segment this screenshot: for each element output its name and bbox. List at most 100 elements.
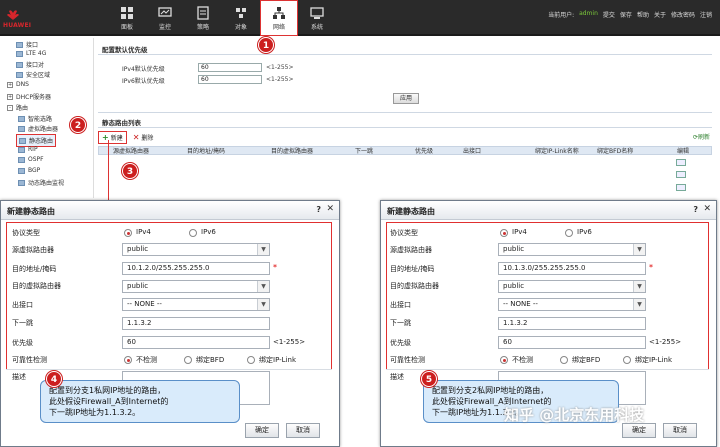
src-vr-select[interactable]: public ▼: [498, 243, 646, 256]
priority-input[interactable]: 60: [122, 336, 270, 349]
link-submit[interactable]: 提交: [603, 10, 615, 19]
tree-item-dns[interactable]: + DNS: [7, 81, 29, 88]
tip-line: 下一跳IP地址为1.1.3.2。: [49, 408, 141, 417]
dialog-title: 新建静态路由: [7, 207, 55, 216]
tree-item-ospf[interactable]: OSPF: [18, 156, 44, 163]
ok-button[interactable]: 确定: [245, 423, 279, 438]
nexthop-input[interactable]: 1.1.3.2: [122, 317, 270, 330]
nav-network[interactable]: 网络: [260, 0, 298, 36]
main-nav: 面板 监控 策略 对象 网络 系统: [108, 0, 336, 36]
tree-item-security-zone[interactable]: 安全区域: [16, 70, 50, 79]
col-priority[interactable]: 优先级: [415, 146, 433, 155]
priority-panel-title: 配置默认优先级: [102, 46, 148, 54]
tree-item-dhcp[interactable]: + DHCP服务器: [7, 92, 51, 101]
priority-label: 优先级: [12, 339, 33, 347]
step-badge-1: 1: [258, 37, 274, 53]
ipv6-label: IPv6: [201, 228, 216, 236]
tip-line: 配置到分支1私网IP地址的路由，: [49, 386, 166, 395]
nav-policy[interactable]: 策略: [184, 0, 222, 36]
link-logout[interactable]: 注销: [700, 10, 712, 19]
ipv4-priority-label: IPv4默认优先级: [122, 66, 165, 73]
ok-button[interactable]: 确定: [622, 423, 656, 438]
cancel-button[interactable]: 取消: [663, 423, 697, 438]
interface-icon: [16, 41, 23, 48]
expand-icon[interactable]: +: [7, 93, 13, 100]
edit-row-icon[interactable]: [676, 171, 686, 178]
nav-monitor[interactable]: 监控: [146, 0, 184, 36]
ipv4-priority-input[interactable]: 60: [198, 63, 262, 72]
link-help[interactable]: 帮助: [637, 10, 649, 19]
nexthop-input[interactable]: 1.1.3.2: [498, 317, 646, 330]
tree-item-interface[interactable]: 接口: [16, 40, 38, 49]
dest-input[interactable]: 10.1.2.0/255.255.255.0: [122, 262, 270, 275]
tree-item-route[interactable]: - 路由: [7, 103, 28, 112]
rip-icon: [18, 146, 25, 153]
route-list-title: 静态路由列表: [102, 119, 141, 127]
dest-vr-select[interactable]: public ▼: [498, 280, 646, 293]
callout-line: [108, 140, 109, 200]
refresh-button[interactable]: ⟳刷新: [693, 132, 710, 141]
out-if-label: 出接口: [12, 301, 33, 309]
nav-object[interactable]: 对象: [222, 0, 260, 36]
nav-system[interactable]: 系统: [298, 0, 336, 36]
edit-row-icon[interactable]: [676, 184, 686, 191]
edit-row-icon[interactable]: [676, 159, 686, 166]
close-icon[interactable]: ✕: [703, 204, 711, 214]
out-if-select[interactable]: -- NONE -- ▼: [498, 298, 646, 311]
expand-icon[interactable]: +: [7, 81, 13, 88]
ipv6-radio[interactable]: [565, 229, 573, 237]
cancel-button[interactable]: 取消: [286, 423, 320, 438]
col-src-vr[interactable]: 源虚拟路由器: [113, 146, 149, 155]
reach-bfd-radio[interactable]: [184, 356, 192, 364]
nav-dashboard[interactable]: 面板: [108, 0, 146, 36]
col-nexthop[interactable]: 下一跳: [355, 146, 373, 155]
col-edit[interactable]: 编辑: [677, 146, 689, 155]
ipv6-priority-input[interactable]: 60: [198, 75, 262, 84]
reach-iplink-radio[interactable]: [247, 356, 255, 364]
network-icon: [273, 6, 285, 19]
reach-iplink-radio[interactable]: [623, 356, 631, 364]
divider: [98, 112, 712, 113]
close-icon[interactable]: ✕: [326, 204, 334, 214]
ipv4-radio[interactable]: [124, 229, 132, 237]
link-about[interactable]: 关于: [654, 10, 666, 19]
new-route-button[interactable]: + 新建: [98, 131, 127, 144]
dest-vr-select[interactable]: public ▼: [122, 280, 270, 293]
tree-item-bgp[interactable]: BGP: [18, 167, 40, 174]
reach-bfd-label: 绑定BFD: [196, 356, 225, 364]
apply-button[interactable]: 应用: [393, 93, 419, 104]
tree-item-route-monitor[interactable]: 动态路由监视: [18, 178, 64, 187]
col-dest-vr[interactable]: 目的虚拟路由器: [271, 146, 313, 155]
col-iplink[interactable]: 绑定IP-Link名称: [535, 146, 579, 155]
nav-label: 网络: [272, 23, 285, 31]
tree-item-interface-pair[interactable]: 接口对: [16, 60, 44, 69]
delete-route-button[interactable]: ✕ 删除: [133, 133, 154, 142]
route-icon: [19, 137, 26, 144]
reach-none-radio[interactable]: [124, 356, 132, 364]
ipv6-radio[interactable]: [189, 229, 197, 237]
divider: [98, 127, 712, 128]
help-icon[interactable]: ?: [316, 205, 321, 214]
protocol-label: 协议类型: [12, 229, 40, 237]
protocol-label: 协议类型: [390, 229, 418, 237]
dashboard-icon: [121, 6, 133, 19]
link-save[interactable]: 保存: [620, 10, 632, 19]
chevron-down-icon: ▼: [633, 281, 645, 292]
src-vr-select[interactable]: public ▼: [122, 243, 270, 256]
tree-item-rip[interactable]: RIP: [18, 146, 38, 153]
ipv4-radio[interactable]: [500, 229, 508, 237]
priority-input[interactable]: 60: [498, 336, 646, 349]
col-dest[interactable]: 目的地址/掩码: [187, 146, 225, 155]
dest-input[interactable]: 10.1.3.0/255.255.255.0: [498, 262, 646, 275]
out-if-select[interactable]: -- NONE -- ▼: [122, 298, 270, 311]
reach-none-radio[interactable]: [500, 356, 508, 364]
tree-item-virtual-router[interactable]: 虚拟路由器: [18, 124, 58, 133]
link-change-password[interactable]: 修改密码: [671, 10, 695, 19]
tree-item-lte[interactable]: LTE 4G: [16, 50, 46, 57]
help-icon[interactable]: ?: [693, 205, 698, 214]
tree-item-smart-routing[interactable]: 智能选路: [18, 114, 52, 123]
reach-bfd-radio[interactable]: [560, 356, 568, 364]
col-bfd[interactable]: 绑定BFD名称: [597, 146, 633, 155]
collapse-icon[interactable]: -: [7, 104, 13, 111]
col-out-if[interactable]: 出接口: [463, 146, 481, 155]
